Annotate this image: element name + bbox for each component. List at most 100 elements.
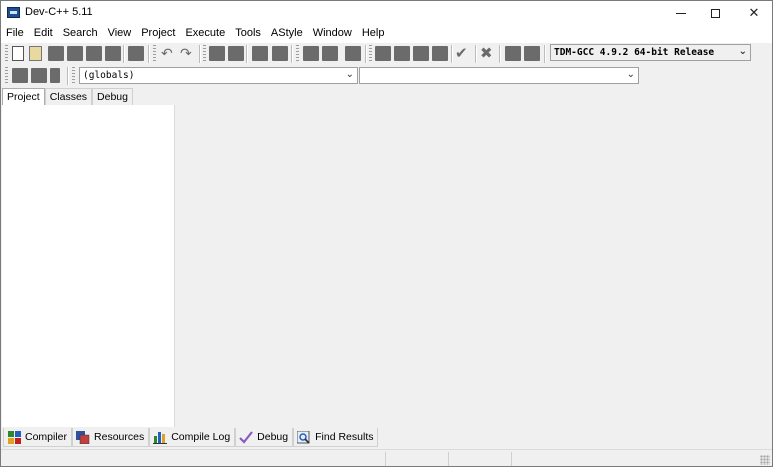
open-file-icon[interactable]: [29, 46, 42, 61]
tab-resources-label: Resources: [94, 431, 145, 443]
main-toolbar: ↶ ↷ ✔ ✖ TDM-GCC 4.9.2 64-bit Release ⌄: [1, 43, 772, 65]
toolbar-separator: [451, 45, 453, 63]
tab-compile-log[interactable]: Compile Log: [149, 428, 236, 447]
compile-icon[interactable]: [375, 46, 391, 61]
maximize-icon: [710, 8, 720, 18]
status-separator: [511, 452, 512, 466]
compile-run-icon[interactable]: [413, 46, 429, 61]
chevron-down-icon: ⌄: [626, 69, 635, 80]
bar-chart-icon: [153, 431, 168, 444]
menu-window[interactable]: Window: [308, 25, 357, 43]
chevron-down-icon: ⌄: [345, 69, 354, 80]
menu-edit[interactable]: Edit: [29, 25, 58, 43]
minimize-icon: [676, 12, 686, 14]
toolbar-grip[interactable]: [72, 67, 75, 85]
toolbar-grip[interactable]: [5, 67, 8, 85]
project-tree-panel[interactable]: [2, 105, 175, 427]
find-icon[interactable]: [209, 46, 225, 61]
insert-icon[interactable]: [12, 68, 28, 83]
class-toolbar: (globals) ⌄ ⌄: [1, 65, 641, 87]
bottom-panel-tabs: Compiler Resources Compile Log Debug Fin…: [3, 428, 379, 447]
resize-grip-icon[interactable]: [760, 455, 770, 465]
tab-resources[interactable]: Resources: [72, 428, 150, 447]
menu-view[interactable]: View: [103, 25, 137, 43]
goto-icon[interactable]: [303, 46, 319, 61]
save-all-icon[interactable]: [67, 46, 83, 61]
close-button[interactable]: ✕: [737, 1, 771, 25]
tab-debug-output[interactable]: Debug: [235, 428, 294, 447]
tab-project[interactable]: Project: [2, 88, 45, 105]
status-bar: [1, 449, 772, 466]
print-icon[interactable]: [128, 46, 144, 61]
goto-line-icon[interactable]: [322, 46, 338, 61]
toolbar-grip[interactable]: [296, 45, 299, 63]
toolbar-separator: [148, 45, 150, 63]
menu-bar: File Edit Search View Project Execute To…: [1, 25, 772, 43]
check-icon: [239, 430, 254, 444]
rebuild-icon[interactable]: [432, 46, 448, 61]
tab-debug-output-label: Debug: [257, 431, 289, 443]
check-icon[interactable]: ✔: [455, 46, 471, 61]
toolbar-separator: [246, 45, 248, 63]
stop-icon[interactable]: ✖: [480, 46, 496, 61]
menu-file[interactable]: File: [1, 25, 29, 43]
unindent-icon[interactable]: [272, 46, 288, 61]
debug-icon[interactable]: [524, 46, 540, 61]
goto-bookmark-icon[interactable]: [50, 68, 60, 83]
chevron-down-icon: ⌄: [738, 46, 747, 57]
toolbar-separator: [67, 67, 69, 85]
toggle-bookmark-icon[interactable]: [31, 68, 47, 83]
toolbar-separator: [199, 45, 201, 63]
status-separator: [448, 452, 449, 466]
menu-tools[interactable]: Tools: [230, 25, 266, 43]
toolbar-grip[interactable]: [153, 45, 156, 63]
member-select[interactable]: ⌄: [359, 67, 639, 84]
left-panel-tabs: Project Classes Debug: [2, 88, 133, 105]
status-separator: [385, 452, 386, 466]
undo-icon[interactable]: ↶: [161, 46, 177, 61]
app-icon: [7, 7, 20, 18]
close-icon: ✕: [748, 5, 760, 20]
tab-compiler-label: Compiler: [25, 431, 68, 443]
toolbar-separator: [499, 45, 501, 63]
toolbar-separator: [291, 45, 293, 63]
bookmark-icon[interactable]: [345, 46, 361, 61]
close-file-icon[interactable]: [86, 46, 102, 61]
menu-search[interactable]: Search: [58, 25, 103, 43]
grid-icon: [7, 430, 21, 444]
run-icon[interactable]: [394, 46, 410, 61]
tab-debug[interactable]: Debug: [92, 88, 133, 105]
close-all-icon[interactable]: [105, 46, 121, 61]
tab-compiler[interactable]: Compiler: [3, 428, 73, 447]
menu-project[interactable]: Project: [136, 25, 180, 43]
minimize-button[interactable]: [664, 1, 698, 25]
save-icon[interactable]: [48, 46, 64, 61]
maximize-button[interactable]: [698, 1, 732, 25]
toolbar-grip[interactable]: [5, 45, 8, 63]
toolbar-grip[interactable]: [203, 45, 206, 63]
new-file-icon[interactable]: [12, 46, 24, 61]
indent-icon[interactable]: [252, 46, 268, 61]
toolbar-separator: [365, 45, 367, 63]
profile-icon[interactable]: [505, 46, 521, 61]
main-window: Dev-C++ 5.11 ✕ File Edit Search View Pro…: [0, 0, 773, 467]
menu-astyle[interactable]: AStyle: [266, 25, 308, 43]
toolbar-grip[interactable]: [369, 45, 372, 63]
class-select[interactable]: (globals) ⌄: [79, 67, 358, 84]
search-icon: [297, 430, 311, 444]
menu-help[interactable]: Help: [357, 25, 390, 43]
toolbar-separator: [544, 45, 546, 63]
tab-find-results-label: Find Results: [315, 431, 374, 443]
editor-area[interactable]: [176, 85, 772, 427]
redo-icon[interactable]: ↷: [180, 46, 196, 61]
menu-execute[interactable]: Execute: [180, 25, 230, 43]
resources-icon: [76, 430, 90, 444]
tab-compile-log-label: Compile Log: [171, 431, 231, 443]
toolbar-separator: [123, 45, 125, 63]
replace-icon[interactable]: [228, 46, 244, 61]
tab-find-results[interactable]: Find Results: [293, 428, 379, 447]
tab-classes[interactable]: Classes: [44, 88, 93, 105]
compiler-select-value: TDM-GCC 4.9.2 64-bit Release: [554, 47, 715, 58]
title-bar[interactable]: Dev-C++ 5.11 ✕: [1, 1, 772, 25]
compiler-select[interactable]: TDM-GCC 4.9.2 64-bit Release ⌄: [550, 44, 751, 61]
